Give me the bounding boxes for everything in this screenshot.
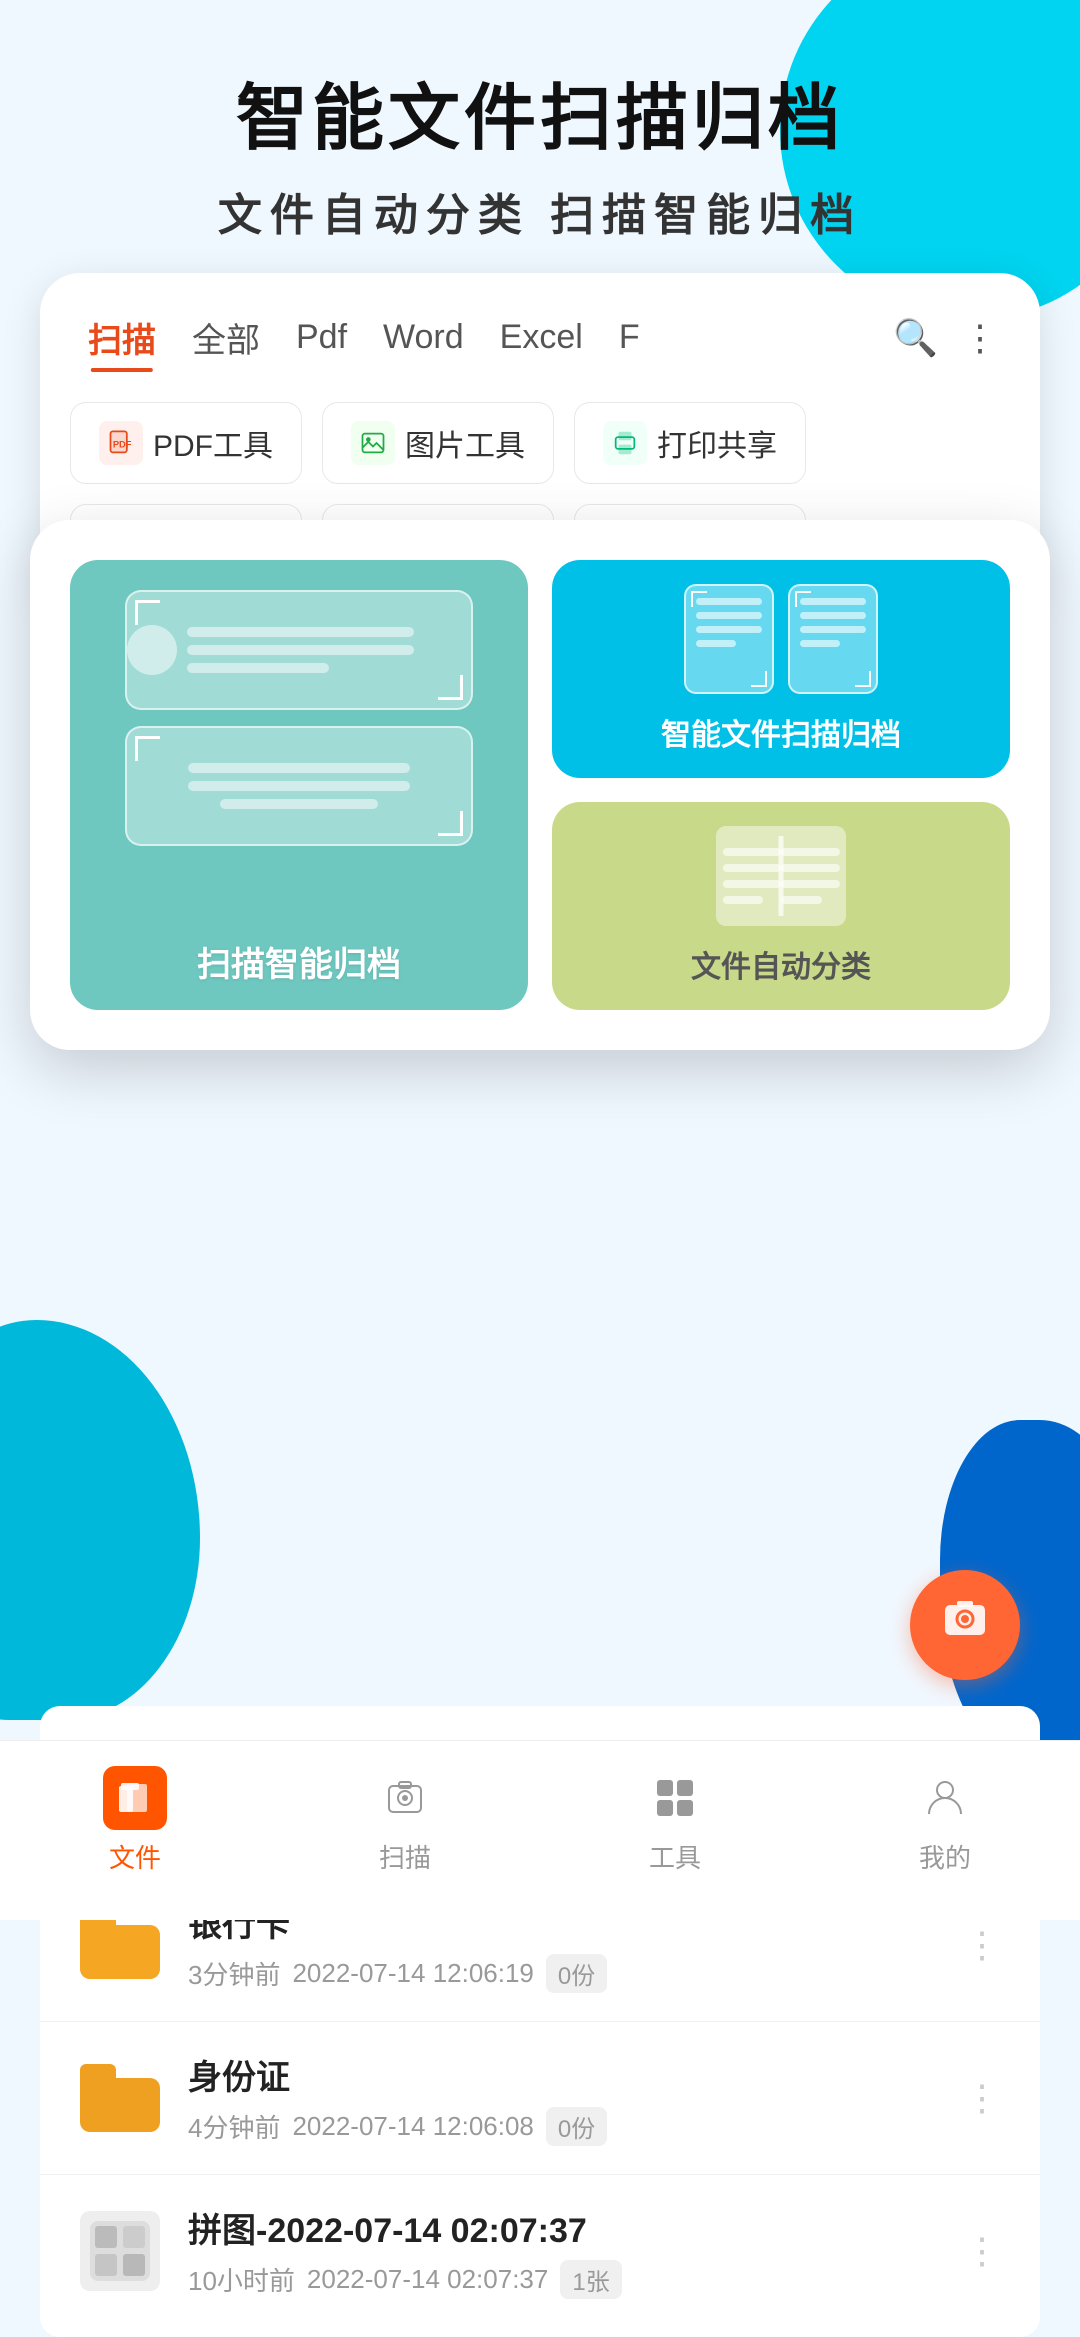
files-nav-icon <box>103 1766 167 1830</box>
auto-classify-label: 文件自动分类 <box>691 942 871 986</box>
sub-title: 文件自动分类 扫描智能归档 <box>0 179 1080 243</box>
person-icon <box>127 625 177 675</box>
tool-row-1: PDF PDF工具 图片工具 打印共享 <box>70 402 1010 504</box>
more-options-icon[interactable]: ⋮ <box>964 1924 1000 1966</box>
nav-scan-label: 扫描 <box>379 1838 431 1875</box>
smart-scan-label: 智能文件扫描归档 <box>661 710 901 754</box>
list-item[interactable]: 身份证 4分钟前 2022-07-14 12:06:08 0份 ⋮ <box>40 2022 1040 2175</box>
list-item-meta: 4分钟前 2022-07-14 12:06:08 0份 <box>188 2107 936 2146</box>
list-item-content: 身份证 4分钟前 2022-07-14 12:06:08 0份 <box>188 2050 936 2146</box>
search-icon[interactable]: 🔍 <box>881 307 950 369</box>
bg-blob-left <box>0 1320 200 1720</box>
print-tool-icon <box>603 421 647 465</box>
img-tool-button[interactable]: 图片工具 <box>322 402 554 484</box>
camera-fab-icon <box>937 1591 993 1659</box>
nav-files-label: 文件 <box>109 1838 161 1875</box>
tab-word[interactable]: Word <box>365 308 482 367</box>
list-item-content: 拼图-2022-07-14 02:07:37 10小时前 2022-07-14 … <box>188 2203 936 2299</box>
tab-excel[interactable]: Excel <box>482 308 601 367</box>
tab-pdf[interactable]: Pdf <box>278 308 365 367</box>
nav-tools[interactable]: 工具 <box>540 1766 810 1875</box>
mine-nav-icon <box>913 1766 977 1830</box>
nav-mine-label: 我的 <box>919 1838 971 1875</box>
auto-classify-card[interactable]: 文件自动分类 <box>552 802 1010 1010</box>
print-tool-button[interactable]: 打印共享 <box>574 402 806 484</box>
book-illus <box>716 826 846 926</box>
nav-mine[interactable]: 我的 <box>810 1766 1080 1875</box>
camera-fab-button[interactable] <box>910 1570 1020 1680</box>
mini-doc-1 <box>684 584 774 694</box>
scan-illustrations <box>94 590 504 937</box>
docs-pair-illus <box>684 584 878 694</box>
pdf-tool-icon: PDF <box>99 421 143 465</box>
tab-all[interactable]: 全部 <box>174 303 278 372</box>
feature-popup: 扫描智能归档 智能文件扫描归档 <box>30 520 1050 1050</box>
folder-icon-yinhang <box>80 1911 160 1979</box>
list-item[interactable]: 拼图-2022-07-14 02:07:37 10小时前 2022-07-14 … <box>40 2175 1040 2327</box>
scan-nav-icon <box>373 1766 437 1830</box>
list-item-meta: 10小时前 2022-07-14 02:07:37 1张 <box>188 2260 936 2299</box>
mini-doc-2 <box>788 584 878 694</box>
id-card-illus <box>125 590 474 710</box>
nav-scan[interactable]: 扫描 <box>270 1766 540 1875</box>
nav-tools-label: 工具 <box>649 1838 701 1875</box>
doc-illus <box>125 726 474 846</box>
more-options-icon[interactable]: ⋮ <box>964 2230 1000 2272</box>
smart-scan-card[interactable]: 智能文件扫描归档 <box>552 560 1010 778</box>
tools-nav-icon <box>643 1766 707 1830</box>
thumb-image <box>80 2211 160 2291</box>
scan-archive-card[interactable]: 扫描智能归档 <box>70 560 528 1010</box>
img-tool-icon <box>351 421 395 465</box>
more-menu-icon[interactable]: ⋮ <box>950 307 1010 369</box>
nav-files[interactable]: 文件 <box>0 1766 270 1875</box>
tab-f[interactable]: F <box>601 308 658 367</box>
main-title: 智能文件扫描归档 <box>0 80 1080 159</box>
bottom-nav: 文件 扫描 工具 <box>0 1740 1080 1920</box>
pdf-tool-button[interactable]: PDF PDF工具 <box>70 402 302 484</box>
scan-archive-label: 扫描智能归档 <box>197 937 401 986</box>
list-item-meta: 3分钟前 2022-07-14 12:06:19 0份 <box>188 1954 936 1993</box>
svg-text:PDF: PDF <box>113 440 132 450</box>
more-options-icon[interactable]: ⋮ <box>964 2077 1000 2119</box>
list-item-name: 身份证 <box>188 2050 936 2099</box>
feature-col-right: 智能文件扫描归档 文件自动分类 <box>552 560 1010 1010</box>
folder-icon-shenfenzheng <box>80 2064 160 2132</box>
tab-bar: 扫描 全部 Pdf Word Excel F 🔍 ⋮ <box>70 303 1010 372</box>
header-section: 智能文件扫描归档 文件自动分类 扫描智能归档 <box>0 0 1080 273</box>
tab-scan[interactable]: 扫描 <box>70 303 174 372</box>
list-item-name: 拼图-2022-07-14 02:07:37 <box>188 2203 936 2252</box>
